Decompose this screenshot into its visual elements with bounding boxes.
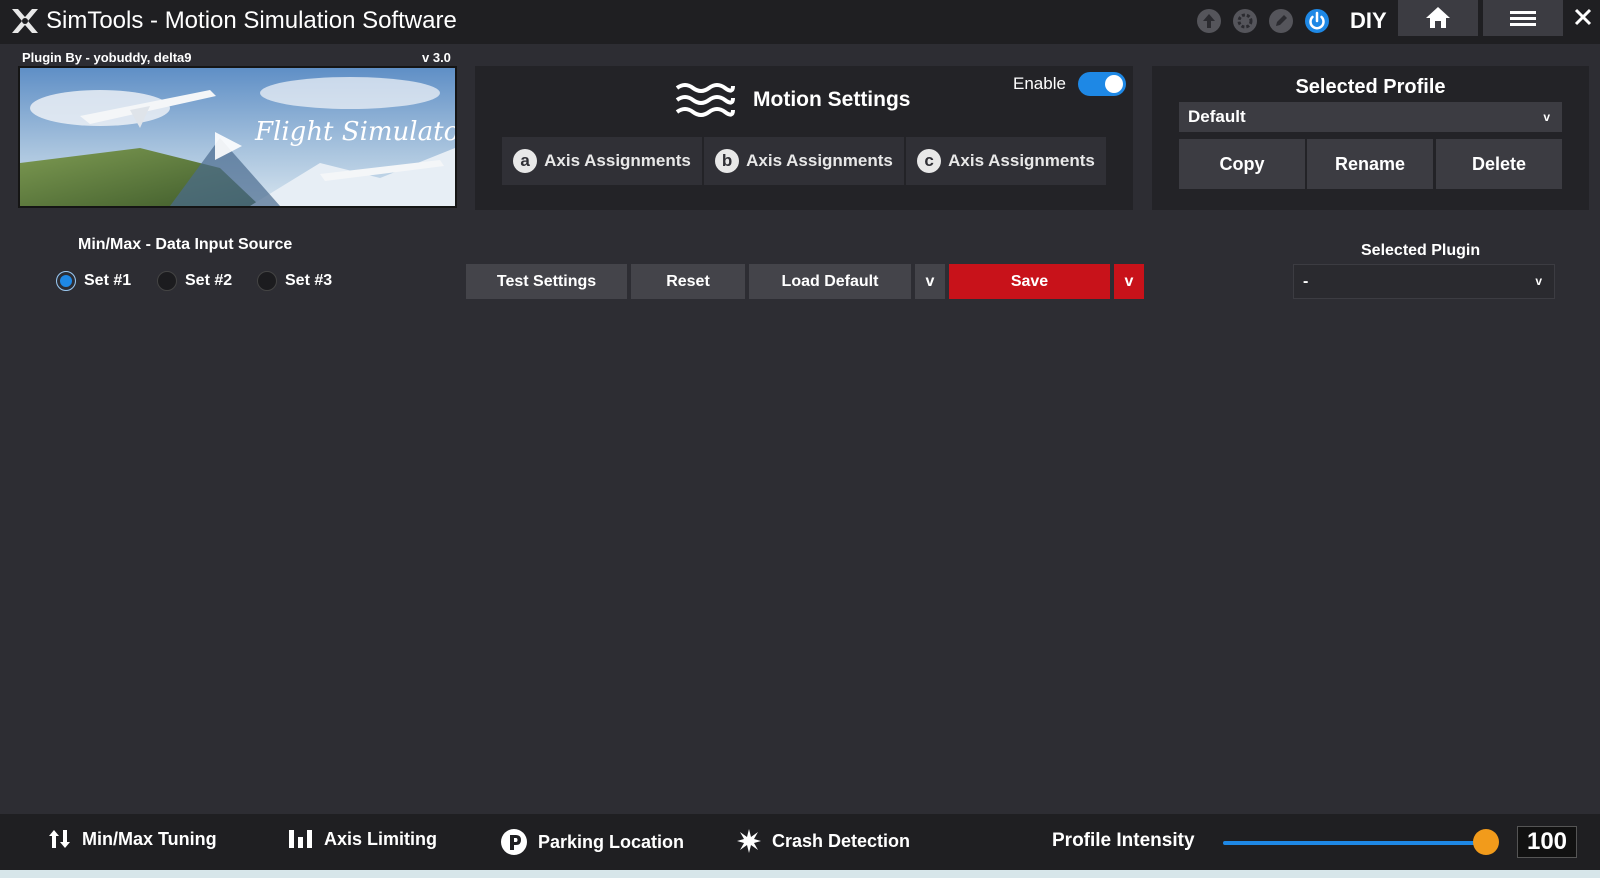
radio-label: Set #2 xyxy=(185,272,233,289)
chevron-down-icon: v xyxy=(1543,110,1550,124)
plugin-author: Plugin By - yobuddy, delta9 xyxy=(22,50,192,65)
banner-title: Flight Simulator xyxy=(254,117,455,147)
plugin-version: v 3.0 xyxy=(422,50,451,65)
data-input-source-title: Min/Max - Data Input Source xyxy=(78,236,293,253)
bottom-item-label: Axis Limiting xyxy=(324,828,438,849)
crash-detection-button[interactable]: Crash Detection xyxy=(736,828,910,854)
chevron-down-icon: v xyxy=(1535,274,1542,288)
motion-settings-title: Motion Settings xyxy=(753,88,911,111)
test-settings-button[interactable]: Test Settings xyxy=(466,264,627,299)
profile-intensity-slider-handle[interactable] xyxy=(1473,829,1499,855)
tab-axis-assignments-c[interactable]: c Axis Assignments xyxy=(906,137,1106,185)
save-button[interactable]: Save xyxy=(949,264,1110,299)
plugin-banner-image: Flight Simulator xyxy=(18,66,457,208)
close-button[interactable] xyxy=(1566,0,1600,36)
plugin-dropdown[interactable]: - v xyxy=(1293,264,1555,299)
profile-dropdown[interactable]: Default v xyxy=(1179,102,1562,132)
diy-label[interactable]: DIY xyxy=(1350,6,1387,36)
menu-button[interactable] xyxy=(1483,0,1563,36)
bottom-accent-strip xyxy=(0,870,1600,878)
parking-location-button[interactable]: Parking Location xyxy=(500,828,684,856)
close-icon xyxy=(1574,8,1592,26)
title-bar: SimTools - Motion Simulation Software DI… xyxy=(0,0,1600,44)
upload-icon[interactable] xyxy=(1196,8,1222,34)
gear-icon[interactable] xyxy=(1232,8,1258,34)
bottom-item-label: Parking Location xyxy=(538,831,685,852)
tab-label: Axis Assignments xyxy=(544,151,691,170)
min-max-tuning-button[interactable]: Min/Max Tuning xyxy=(48,828,217,850)
motion-settings-panel: Motion Settings Enable a Axis Assignment… xyxy=(475,66,1133,210)
radio-set-2[interactable]: Set #2 xyxy=(157,271,232,291)
selected-profile-title: Selected Profile xyxy=(1295,76,1446,98)
radio-set-1[interactable]: Set #1 xyxy=(56,271,131,291)
bottom-item-label: Crash Detection xyxy=(772,830,911,851)
motion-waves-icon xyxy=(675,83,735,117)
delete-button[interactable]: Delete xyxy=(1436,139,1562,189)
radio-label: Set #3 xyxy=(285,272,333,289)
profile-intensity-slider-track[interactable] xyxy=(1223,841,1489,845)
radio-selected-icon xyxy=(56,271,76,291)
tab-axis-assignments-a[interactable]: a Axis Assignments xyxy=(502,137,702,185)
home-icon xyxy=(1426,7,1450,28)
selected-plugin-title: Selected Plugin xyxy=(1361,242,1481,259)
profile-dropdown-value: Default xyxy=(1188,107,1246,126)
enable-label: Enable xyxy=(1013,74,1066,93)
toggle-knob xyxy=(1105,75,1123,93)
save-dropdown-button[interactable]: v xyxy=(1114,264,1144,299)
axis-limiting-button[interactable]: Axis Limiting xyxy=(288,828,437,850)
home-button[interactable] xyxy=(1398,0,1478,36)
flight-simulator-banner: Flight Simulator xyxy=(20,68,455,206)
tab-label: Axis Assignments xyxy=(746,151,893,170)
parking-icon xyxy=(501,829,527,855)
rename-button[interactable]: Rename xyxy=(1307,139,1433,189)
profile-intensity-value[interactable]: 100 xyxy=(1517,826,1577,858)
app-title: SimTools - Motion Simulation Software xyxy=(46,7,457,34)
axis-b-icon: b xyxy=(715,149,740,173)
plugin-dropdown-value: - xyxy=(1303,273,1309,290)
tab-label: Axis Assignments xyxy=(948,151,1095,170)
simtools-logo-icon xyxy=(10,6,40,36)
crash-burst-icon xyxy=(737,829,761,853)
reset-button[interactable]: Reset xyxy=(631,264,745,299)
tab-axis-assignments-b[interactable]: b Axis Assignments xyxy=(704,137,904,185)
bottom-item-label: Min/Max Tuning xyxy=(82,828,217,849)
radio-unselected-icon xyxy=(257,271,277,291)
hamburger-menu-icon xyxy=(1510,11,1536,26)
selected-profile-panel: Selected Profile Default v Copy Rename D… xyxy=(1152,66,1589,210)
load-default-dropdown-button[interactable]: v xyxy=(915,264,945,299)
up-down-arrows-icon xyxy=(49,830,70,848)
radio-unselected-icon xyxy=(157,271,177,291)
copy-button[interactable]: Copy xyxy=(1179,139,1305,189)
profile-intensity-label: Profile Intensity xyxy=(1052,830,1195,851)
edit-icon[interactable] xyxy=(1268,8,1294,34)
axis-bars-icon xyxy=(289,830,312,848)
load-default-button[interactable]: Load Default xyxy=(749,264,911,299)
radio-label: Set #1 xyxy=(84,272,132,289)
radio-set-3[interactable]: Set #3 xyxy=(257,271,332,291)
enable-toggle[interactable] xyxy=(1078,72,1126,96)
power-icon[interactable] xyxy=(1304,8,1330,34)
axis-c-icon: c xyxy=(917,149,942,173)
axis-a-icon: a xyxy=(513,149,538,173)
